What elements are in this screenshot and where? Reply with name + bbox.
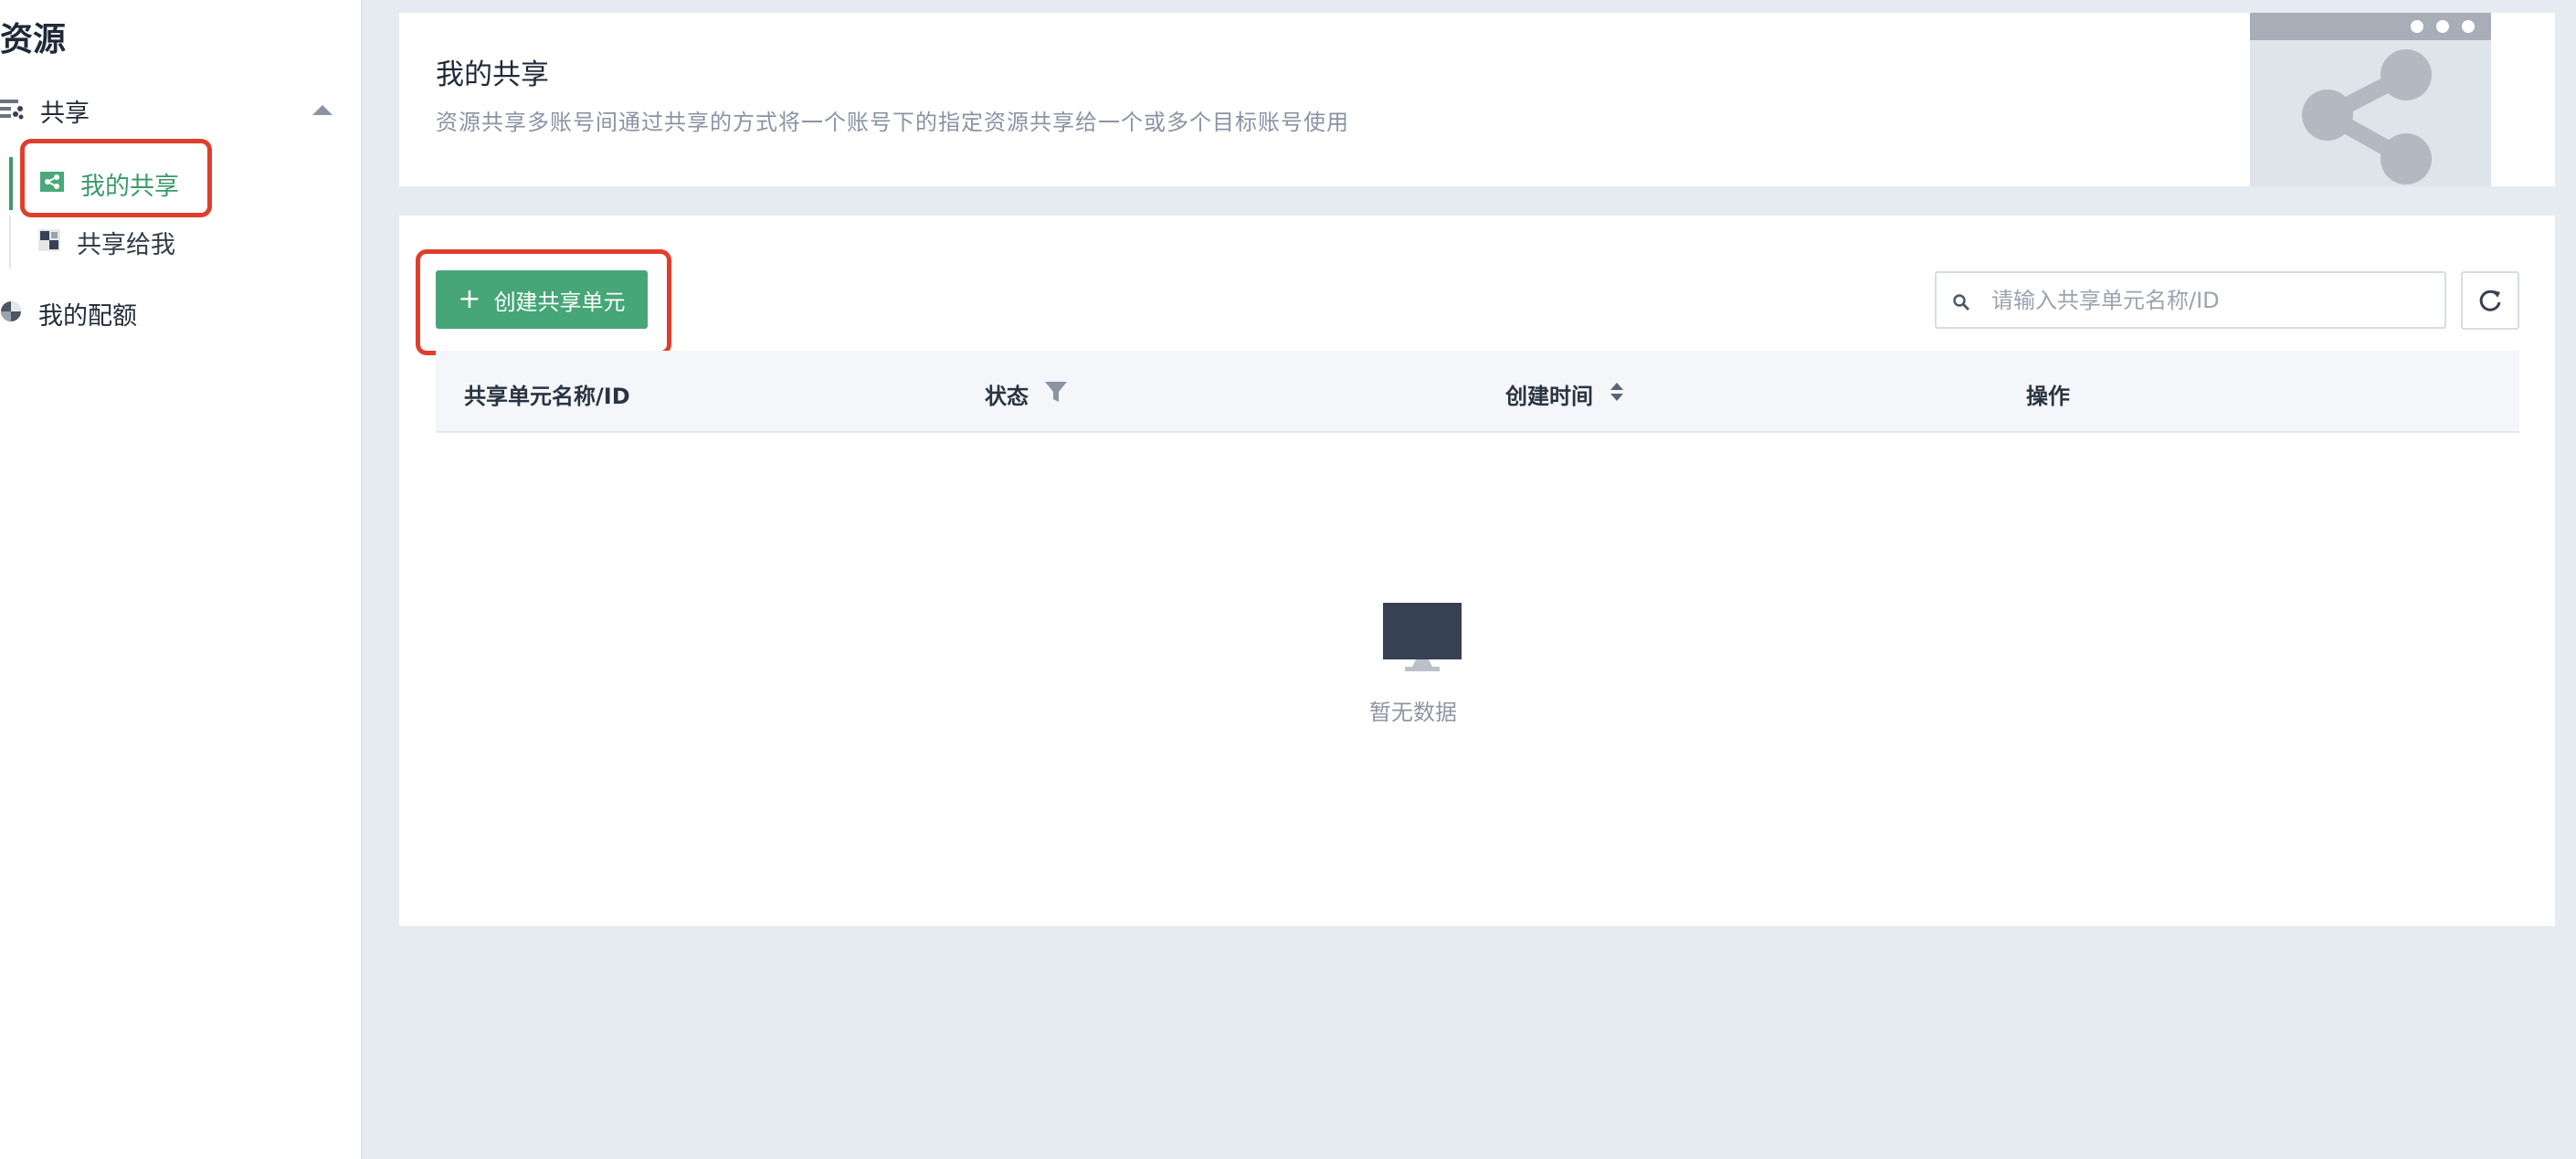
- sidebar-title: 资源: [0, 21, 67, 58]
- chevron-up-icon[interactable]: [312, 105, 333, 115]
- page: 资源 共享 我的共享 共享给我 我的配额 我的共享 资源共享多账号间通过共享的方…: [0, 0, 2576, 1159]
- window-dot: [2462, 20, 2475, 33]
- column-header-created-time: 创建时间: [1505, 378, 1624, 410]
- column-header-actions: 操作: [2026, 378, 2070, 410]
- sidebar-quota-label: 我的配额: [38, 301, 137, 331]
- table-header: 共享单元名称/ID 状态 创建时间 操作: [436, 351, 2519, 433]
- column-header-label: 创建时间: [1505, 384, 1593, 409]
- share-list-icon: [0, 98, 24, 123]
- column-header-name: 共享单元名称/ID: [464, 378, 630, 410]
- column-header-label: 状态: [985, 384, 1029, 409]
- window-dot: [2411, 20, 2423, 33]
- header-card: 我的共享 资源共享多账号间通过共享的方式将一个账号下的指定资源共享给一个或多个目…: [399, 13, 2555, 186]
- sidebar-group-label: 共享: [40, 99, 90, 128]
- sort-icon[interactable]: [1610, 382, 1624, 407]
- column-header-label: 操作: [2026, 384, 2070, 409]
- shared-with-me-icon: [38, 229, 60, 255]
- share-illustration: [2250, 13, 2491, 186]
- highlight-box-sidebar: [20, 139, 212, 217]
- column-header-status: 状态: [985, 378, 1067, 410]
- search-icon: [1953, 294, 1969, 311]
- empty-text: 暂无数据: [1369, 700, 1457, 725]
- monitor-icon: [1383, 603, 1462, 671]
- refresh-button[interactable]: [2461, 271, 2519, 330]
- search-box[interactable]: [1935, 271, 2446, 329]
- empty-state: 暂无数据: [1369, 603, 1468, 726]
- sidebar-item-shared-with-me[interactable]: 共享给我: [9, 216, 347, 269]
- page-title: 我的共享: [436, 58, 549, 91]
- column-header-label: 共享单元名称/ID: [464, 384, 630, 409]
- filter-icon[interactable]: [1045, 381, 1067, 407]
- window-dot: [2436, 20, 2449, 33]
- main-card: + 创建共享单元 共享单元名称/ID 状态: [399, 216, 2555, 926]
- sidebar-item-quota[interactable]: 我的配额: [0, 292, 137, 334]
- quota-pie-icon: [0, 300, 22, 326]
- sidebar: 资源 共享 我的共享 共享给我 我的配额: [0, 0, 363, 1159]
- sidebar-group-share[interactable]: 共享: [0, 90, 347, 132]
- window-bar: [2250, 13, 2491, 40]
- share-large-icon: [2302, 49, 2432, 184]
- refresh-icon: [2479, 290, 2501, 311]
- sidebar-item-label: 共享给我: [77, 230, 175, 259]
- page-description: 资源共享多账号间通过共享的方式将一个账号下的指定资源共享给一个或多个目标账号使用: [436, 110, 1349, 135]
- search-input[interactable]: [1991, 282, 2430, 319]
- highlight-box-create: [416, 249, 671, 355]
